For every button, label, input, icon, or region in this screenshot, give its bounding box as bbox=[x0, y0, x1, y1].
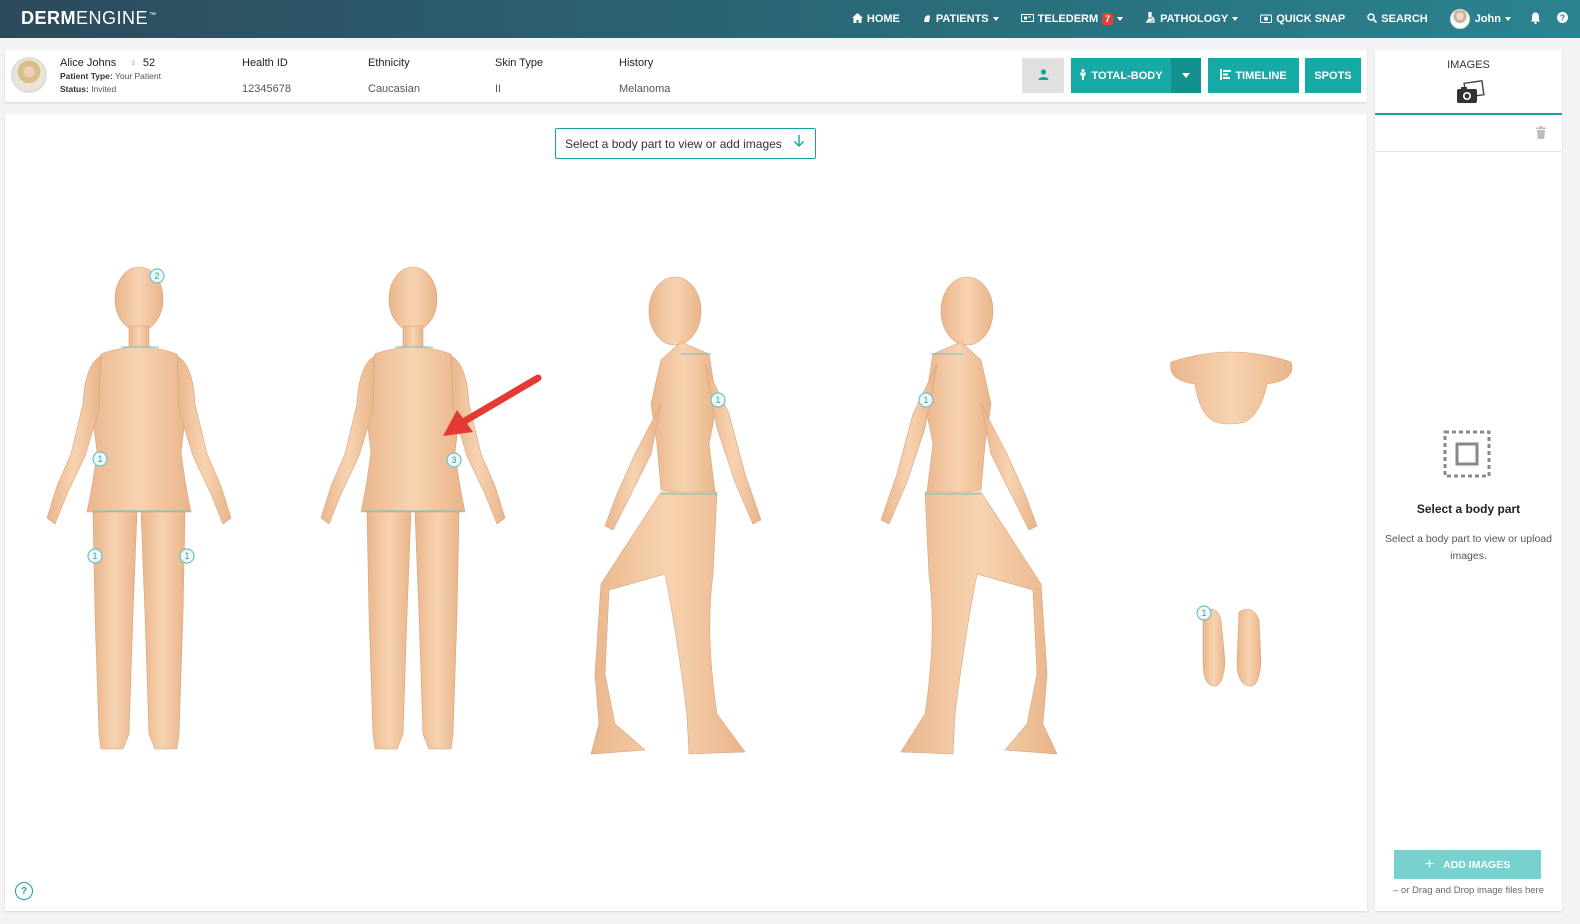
telederm-count-badge: 7 bbox=[1102, 13, 1114, 25]
body-models bbox=[46, 266, 1293, 755]
chevron-down-icon bbox=[992, 17, 999, 21]
back-left-leg[interactable] bbox=[366, 511, 412, 750]
top-navbar: DERMENGINE™ HOME PATIENTS TELEDERM 7 PATH… bbox=[0, 0, 1580, 38]
back-neck[interactable] bbox=[402, 325, 424, 349]
microscope-icon bbox=[1145, 11, 1156, 26]
patient-name-row: Alice Johns ♀ 52 bbox=[60, 57, 155, 69]
body-front-view[interactable] bbox=[46, 266, 232, 750]
right-side-head[interactable] bbox=[940, 276, 994, 346]
skin-type-value: II bbox=[495, 83, 502, 95]
nav-telederm[interactable]: TELEDERM 7 bbox=[1010, 0, 1135, 38]
back-head[interactable] bbox=[388, 266, 438, 332]
notifications-button[interactable] bbox=[1522, 0, 1549, 38]
body-icon bbox=[1079, 68, 1087, 83]
total-body-dropdown-toggle[interactable] bbox=[1171, 58, 1201, 93]
patient-type: Patient Type: Your Patient bbox=[60, 71, 161, 81]
images-panel: IMAGES Select a body part Select a body … bbox=[1375, 50, 1562, 911]
chevron-down-icon bbox=[1182, 73, 1190, 78]
patient-avatar bbox=[11, 57, 47, 93]
front-head[interactable] bbox=[114, 266, 164, 332]
home-icon bbox=[851, 12, 863, 26]
plus-icon: + bbox=[1424, 855, 1435, 873]
bell-icon bbox=[1530, 12, 1541, 27]
help-menu-button[interactable]: ? bbox=[1549, 0, 1580, 38]
history-label: History bbox=[619, 57, 654, 69]
front-torso[interactable] bbox=[86, 346, 192, 513]
right-side-torso[interactable] bbox=[924, 341, 992, 495]
user-icon bbox=[1038, 68, 1049, 83]
search-icon bbox=[1367, 12, 1378, 26]
right-side-legs[interactable] bbox=[900, 491, 1058, 755]
skin-type-label: Skin Type bbox=[495, 57, 544, 69]
ethnicity-value: Caucasian bbox=[368, 83, 420, 95]
total-body-button[interactable]: TOTAL-BODY bbox=[1071, 58, 1171, 93]
drag-drop-hint: – or Drag and Drop image files here bbox=[1392, 885, 1545, 896]
timeline-icon bbox=[1220, 68, 1232, 83]
empty-state-heading: Select a body part bbox=[1416, 502, 1521, 516]
health-id-label: Health ID bbox=[242, 57, 288, 69]
nav-search[interactable]: SEARCH bbox=[1356, 0, 1438, 38]
main-nav: HOME PATIENTS TELEDERM 7 PATHOLOGY QUICK … bbox=[841, 0, 1580, 38]
body-right-side-view[interactable] bbox=[880, 276, 1058, 755]
body-back-view[interactable] bbox=[320, 266, 506, 750]
patient-name: Alice Johns bbox=[60, 57, 117, 69]
images-tab-indicator bbox=[1375, 113, 1562, 115]
left-side-torso[interactable] bbox=[650, 341, 718, 495]
front-neck[interactable] bbox=[128, 325, 150, 349]
camera-images-icon[interactable] bbox=[1455, 80, 1487, 106]
front-right-leg[interactable] bbox=[92, 511, 138, 750]
patient-profile-button[interactable] bbox=[1022, 58, 1064, 93]
female-gender-icon: ♀ bbox=[129, 58, 137, 69]
back-right-leg[interactable] bbox=[414, 511, 460, 750]
body-map-canvas: Select a body part to view or add images bbox=[5, 114, 1367, 911]
nav-user-menu[interactable]: John bbox=[1439, 0, 1522, 38]
patient-status: Status: Invited bbox=[60, 84, 117, 94]
body-feet-view[interactable] bbox=[1202, 609, 1262, 687]
help-button[interactable]: ? bbox=[15, 882, 33, 900]
chevron-down-icon bbox=[1505, 17, 1511, 21]
front-left-leg[interactable] bbox=[140, 511, 186, 750]
body-left-side-view[interactable] bbox=[590, 276, 762, 755]
trash-icon[interactable] bbox=[1536, 126, 1546, 144]
panel-divider bbox=[1375, 151, 1562, 152]
dermengine-logo[interactable]: DERMENGINE™ bbox=[21, 8, 157, 29]
images-panel-title: IMAGES bbox=[1447, 59, 1490, 71]
body-top-view[interactable] bbox=[1170, 351, 1293, 425]
telederm-icon bbox=[1020, 13, 1034, 26]
select-area-icon bbox=[1443, 430, 1491, 478]
left-foot-sole[interactable] bbox=[1236, 609, 1262, 687]
chevron-down-icon bbox=[1117, 17, 1124, 21]
nav-quick-snap[interactable]: QUICK SNAP bbox=[1249, 0, 1356, 38]
patients-icon bbox=[922, 13, 932, 26]
nav-patients[interactable]: PATIENTS bbox=[911, 0, 1010, 38]
ethnicity-label: Ethnicity bbox=[368, 57, 410, 69]
right-foot-sole[interactable] bbox=[1202, 609, 1226, 687]
timeline-button[interactable]: TIMELINE bbox=[1208, 58, 1299, 93]
question-circle-icon: ? bbox=[1557, 12, 1568, 26]
patient-summary-card: Alice Johns ♀ 52 Patient Type: Your Patie… bbox=[5, 50, 1367, 102]
health-id-value: 12345678 bbox=[242, 83, 291, 95]
left-side-head[interactable] bbox=[648, 276, 702, 346]
svg-text:?: ? bbox=[1560, 13, 1565, 23]
user-avatar bbox=[1449, 9, 1470, 29]
chevron-down-icon bbox=[1232, 17, 1239, 21]
nav-pathology[interactable]: PATHOLOGY bbox=[1134, 0, 1249, 38]
left-side-legs[interactable] bbox=[590, 491, 746, 755]
history-value: Melanoma bbox=[619, 83, 671, 95]
empty-state-description: Select a body part to view or upload ima… bbox=[1385, 533, 1552, 562]
spots-button[interactable]: SPOTS bbox=[1305, 58, 1361, 93]
nav-home[interactable]: HOME bbox=[841, 0, 911, 38]
add-images-button[interactable]: + ADD IMAGES bbox=[1394, 850, 1541, 879]
camera-icon bbox=[1260, 13, 1273, 26]
patient-age: 52 bbox=[142, 57, 156, 69]
